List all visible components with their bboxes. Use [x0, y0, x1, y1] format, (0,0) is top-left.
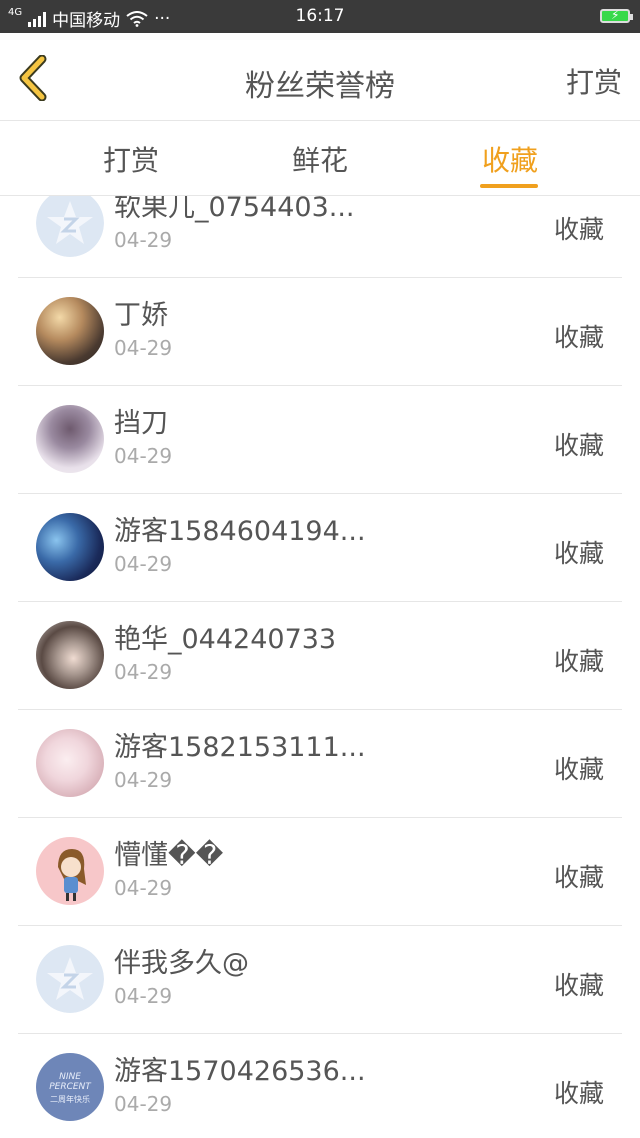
list-item[interactable]: 游客1584604194... 04-29 收藏: [18, 495, 622, 602]
user-date: 04-29: [114, 660, 173, 684]
user-date: 04-29: [114, 444, 173, 468]
tab-reward[interactable]: 打赏: [103, 139, 159, 179]
action-label: 收藏: [553, 431, 604, 460]
user-name: 软果儿_0754403...: [114, 196, 355, 223]
tab-flowers[interactable]: 鲜花: [292, 139, 348, 179]
status-time: 16:17: [295, 6, 345, 26]
action-label: 收藏: [553, 755, 604, 784]
status-bar: 4G 中国移动 ··· 16:17 ⚡: [0, 0, 640, 33]
user-date: 04-29: [114, 336, 173, 360]
active-tab-indicator: [480, 184, 538, 188]
user-avatar: NINE PERCENT 二周年快乐: [36, 1053, 104, 1121]
tab-bar: 打赏 鲜花 收藏: [0, 121, 640, 196]
user-avatar: [36, 729, 104, 797]
action-label: 收藏: [553, 863, 604, 892]
user-date: 04-29: [114, 984, 173, 1008]
list-item[interactable]: 伴我多久@ 04-29 收藏: [18, 927, 622, 1034]
reward-button[interactable]: 打赏: [566, 61, 622, 101]
action-label: 收藏: [553, 971, 604, 1000]
user-name: 伴我多久@: [114, 948, 249, 979]
user-date: 04-29: [114, 876, 173, 900]
list-item[interactable]: 懵懂�� 04-29 收藏: [18, 819, 622, 926]
star-icon: [36, 196, 104, 257]
tab-favorites[interactable]: 收藏: [482, 139, 538, 179]
user-name: 游客1584604194...: [114, 516, 366, 547]
user-date: 04-29: [114, 228, 173, 252]
logo-text-2: PERCENT: [49, 1082, 92, 1092]
action-label: 收藏: [553, 647, 604, 676]
star-icon: [36, 945, 104, 1013]
logo-text-1: NINE: [59, 1072, 81, 1082]
user-avatar: [36, 405, 104, 473]
logo-text-3: 二周年快乐: [50, 1094, 90, 1104]
list-item[interactable]: NINE PERCENT 二周年快乐 游客1570426536... 04-29…: [18, 1035, 622, 1138]
user-name: 丁娇: [114, 300, 168, 331]
list-item[interactable]: 丁娇 04-29 收藏: [18, 279, 622, 386]
list-item[interactable]: 软果儿_0754403... 04-29 收藏: [18, 196, 622, 278]
cartoon-girl-icon: [58, 849, 86, 901]
list-item[interactable]: 挡刀 04-29 收藏: [18, 387, 622, 494]
default-avatar: [36, 945, 104, 1013]
action-label: 收藏: [553, 539, 604, 568]
user-avatar: [36, 513, 104, 581]
user-date: 04-29: [114, 552, 173, 576]
action-label: 收藏: [553, 323, 604, 352]
action-label: 收藏: [553, 1079, 604, 1108]
list-item[interactable]: 游客1582153111... 04-29 收藏: [18, 711, 622, 818]
user-name: 懵懂��: [114, 840, 224, 871]
battery-icon: ⚡: [600, 8, 633, 23]
user-name: 挡刀: [114, 408, 168, 439]
default-avatar: [36, 196, 104, 257]
user-date: 04-29: [114, 1092, 173, 1116]
user-name: 游客1570426536...: [114, 1056, 366, 1087]
user-date: 04-29: [114, 768, 173, 792]
page-title: 粉丝荣誉榜: [245, 69, 395, 104]
user-name: 游客1582153111...: [114, 732, 366, 763]
nav-bar: 粉丝荣誉榜 打赏: [0, 33, 640, 121]
fan-list: 软果儿_0754403... 04-29 收藏 丁娇 04-29 收藏 挡刀 0…: [0, 196, 640, 1138]
action-label: 收藏: [553, 215, 604, 244]
list-item[interactable]: 艳华_044240733 04-29 收藏: [18, 603, 622, 710]
user-avatar: [36, 837, 104, 905]
user-name: 艳华_044240733: [114, 624, 337, 655]
user-avatar: [36, 621, 104, 689]
nine-percent-logo: NINE PERCENT 二周年快乐: [49, 1072, 92, 1104]
user-avatar: [36, 297, 104, 365]
